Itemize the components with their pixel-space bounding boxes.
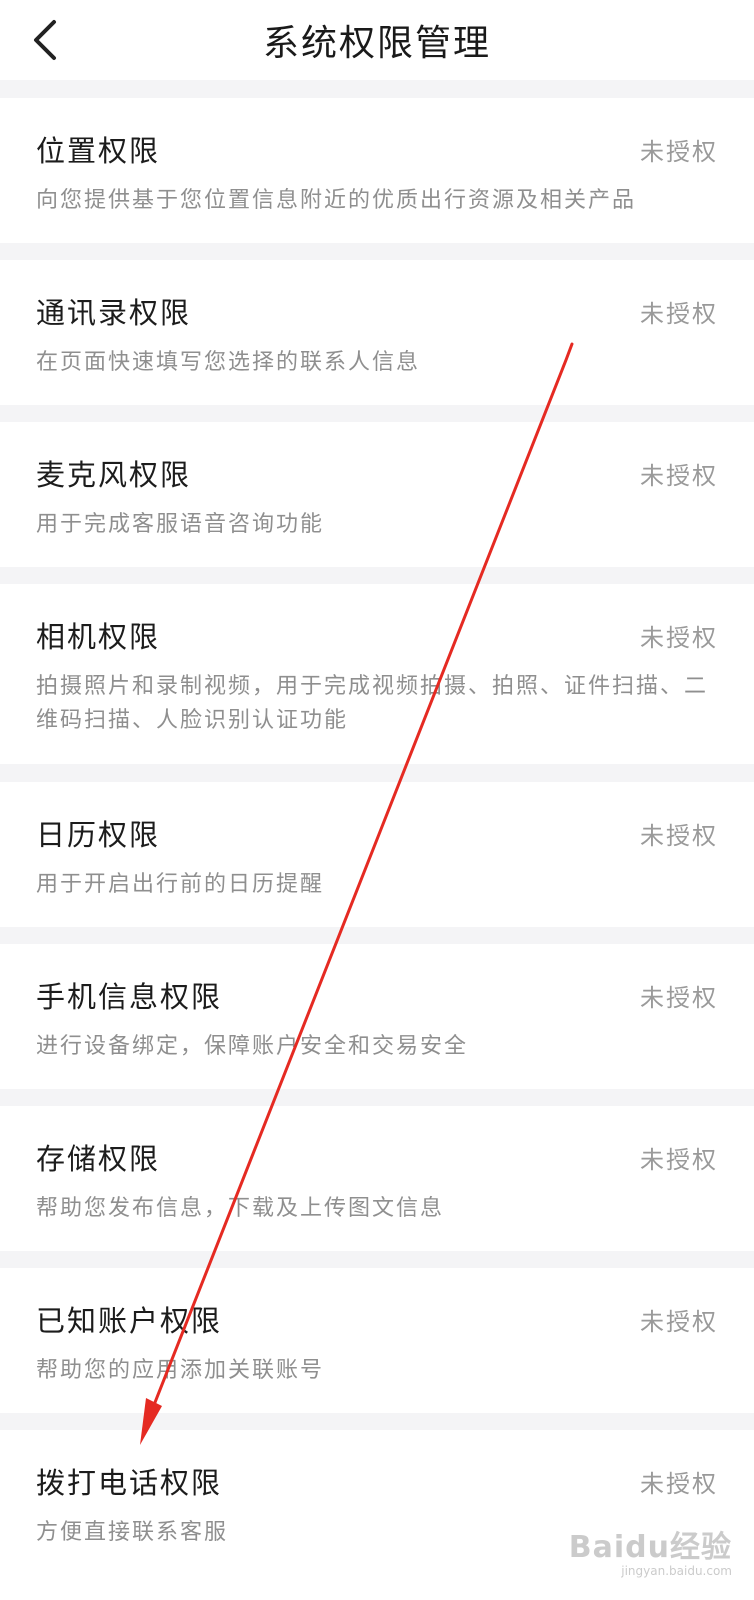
permission-name: 通讯录权限 — [36, 296, 192, 330]
permission-status: 未授权 — [640, 138, 718, 166]
permission-desc: 帮助您发布信息，下载及上传图文信息 — [36, 1196, 445, 1221]
permission-item-contacts[interactable]: 通讯录权限 未授权 在页面快速填写您选择的联系人信息 — [0, 260, 754, 405]
watermark-url: jingyan.baidu.com — [621, 1564, 732, 1578]
permission-name: 拨打电话权限 — [36, 1466, 223, 1500]
permission-item-storage[interactable]: 存储权限 未授权 帮助您发布信息，下载及上传图文信息 — [0, 1106, 754, 1251]
watermark-logo: Baidu经验 — [568, 1530, 732, 1565]
permission-desc: 进行设备绑定，保障账户安全和交易安全 — [36, 1034, 469, 1059]
top-bar: 系统权限管理 — [0, 0, 754, 80]
permission-desc: 向您提供基于您位置信息附近的优质出行资源及相关产品 — [36, 188, 637, 213]
permission-name: 已知账户权限 — [36, 1304, 223, 1338]
permission-item-calendar[interactable]: 日历权限 未授权 用于开启出行前的日历提醒 — [0, 782, 754, 927]
permission-status: 未授权 — [640, 984, 718, 1012]
permission-name: 手机信息权限 — [36, 980, 223, 1014]
permission-item-microphone[interactable]: 麦克风权限 未授权 用于完成客服语音咨询功能 — [0, 422, 754, 567]
permission-status: 未授权 — [640, 1146, 718, 1174]
permission-desc: 拍摄照片和录制视频，用于完成视频拍摄、拍照、证件扫描、二维码扫描、人脸识别认证功… — [36, 674, 709, 733]
permission-item-camera[interactable]: 相机权限 未授权 拍摄照片和录制视频，用于完成视频拍摄、拍照、证件扫描、二维码扫… — [0, 584, 754, 764]
permission-status: 未授权 — [640, 300, 718, 328]
permission-item-accounts[interactable]: 已知账户权限 未授权 帮助您的应用添加关联账号 — [0, 1268, 754, 1413]
permission-desc: 在页面快速填写您选择的联系人信息 — [36, 350, 421, 375]
permission-desc: 帮助您的应用添加关联账号 — [36, 1358, 325, 1383]
page-title: 系统权限管理 — [262, 23, 491, 64]
permission-item-phone-info[interactable]: 手机信息权限 未授权 进行设备绑定，保障账户安全和交易安全 — [0, 944, 754, 1089]
permission-item-location[interactable]: 位置权限 未授权 向您提供基于您位置信息附近的优质出行资源及相关产品 — [0, 98, 754, 243]
permission-name: 日历权限 — [36, 818, 161, 852]
permission-name: 存储权限 — [36, 1142, 161, 1176]
permission-name: 麦克风权限 — [36, 458, 192, 492]
permission-status: 未授权 — [640, 1308, 718, 1336]
permission-name: 位置权限 — [36, 134, 161, 168]
permission-desc: 用于完成客服语音咨询功能 — [36, 512, 325, 537]
permission-desc: 用于开启出行前的日历提醒 — [36, 872, 325, 897]
permission-status: 未授权 — [640, 462, 718, 490]
permission-status: 未授权 — [640, 624, 718, 652]
permission-status: 未授权 — [640, 822, 718, 850]
permission-name: 相机权限 — [36, 620, 161, 654]
watermark: Baidu经验 jingyan.baidu.com — [569, 1522, 732, 1578]
permission-status: 未授权 — [640, 1470, 718, 1498]
